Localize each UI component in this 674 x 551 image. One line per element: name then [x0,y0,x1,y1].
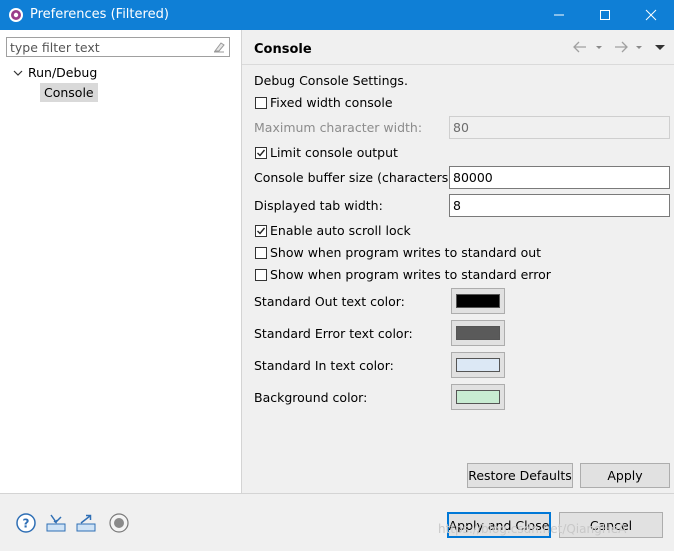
tree-item-console[interactable]: Console [40,83,98,102]
tab-width-input[interactable] [453,198,653,213]
tree-expand-icon[interactable] [12,67,24,79]
checkmark-icon [257,227,266,235]
limit-output-label: Limit console output [270,145,398,160]
close-button[interactable] [628,0,674,30]
tree-item-run-debug[interactable]: Run/Debug [28,65,97,80]
buffer-size-input[interactable] [453,170,653,185]
fixed-width-checkbox[interactable] [255,97,267,109]
export-icon[interactable] [75,512,97,534]
forward-dropdown-icon[interactable] [634,40,644,54]
view-menu-icon[interactable] [654,40,666,54]
import-icon[interactable] [45,512,67,534]
apply-button[interactable]: Apply [580,463,670,488]
limit-output-checkbox[interactable] [255,147,267,159]
tab-width-field[interactable] [449,194,670,217]
auto-scroll-checkbox[interactable] [255,225,267,237]
back-arrow-icon[interactable] [572,40,588,54]
back-dropdown-icon[interactable] [594,40,604,54]
max-char-width-label: Maximum character width: [254,120,423,135]
section-heading: Debug Console Settings. [254,73,408,88]
tab-width-label: Displayed tab width: [254,198,383,213]
show-err-checkbox[interactable] [255,269,267,281]
background-color-swatch [456,390,500,404]
page-title: Console [254,42,312,57]
minimize-icon [554,14,564,16]
auto-scroll-label: Enable auto scroll lock [270,223,411,238]
buffer-size-label: Console buffer size (characters): [254,170,458,185]
show-out-label: Show when program writes to standard out [270,245,542,260]
max-char-width-field [449,116,670,139]
std-err-color-swatch [456,326,500,340]
std-out-color-swatch [456,294,500,308]
show-out-checkbox[interactable] [255,247,267,259]
fixed-width-label: Fixed width console [270,95,393,110]
svg-text:?: ? [23,517,30,531]
preference-tree-pane [0,30,242,493]
help-icon[interactable]: ? [15,512,37,534]
background-color-label: Background color: [254,390,368,405]
footer-divider [0,493,674,494]
std-err-color-button[interactable] [451,320,505,346]
std-in-color-swatch [456,358,500,372]
window-title: Preferences (Filtered) [30,7,169,22]
forward-arrow-icon[interactable] [613,40,629,54]
max-char-width-input [453,120,653,135]
clear-filter-icon[interactable] [212,40,226,54]
eclipse-app-icon [8,7,24,23]
show-err-label: Show when program writes to standard err… [270,267,551,282]
filter-input[interactable] [10,39,208,55]
minimize-button[interactable] [536,0,582,30]
checkmark-icon [257,149,266,157]
close-icon [645,9,657,21]
buffer-size-field[interactable] [449,166,670,189]
watermark: https://blog.csdn.net/QiangHeA [438,522,627,536]
maximize-icon [600,10,610,20]
restore-defaults-button[interactable]: Restore Defaults [467,463,573,488]
std-in-color-label: Standard In text color: [254,358,394,373]
std-err-color-label: Standard Error text color: [254,326,413,341]
record-icon[interactable] [108,512,130,534]
maximize-button[interactable] [582,0,628,30]
filter-box[interactable] [6,37,230,57]
std-in-color-button[interactable] [451,352,505,378]
std-out-color-label: Standard Out text color: [254,294,405,309]
background-color-button[interactable] [451,384,505,410]
std-out-color-button[interactable] [451,288,505,314]
